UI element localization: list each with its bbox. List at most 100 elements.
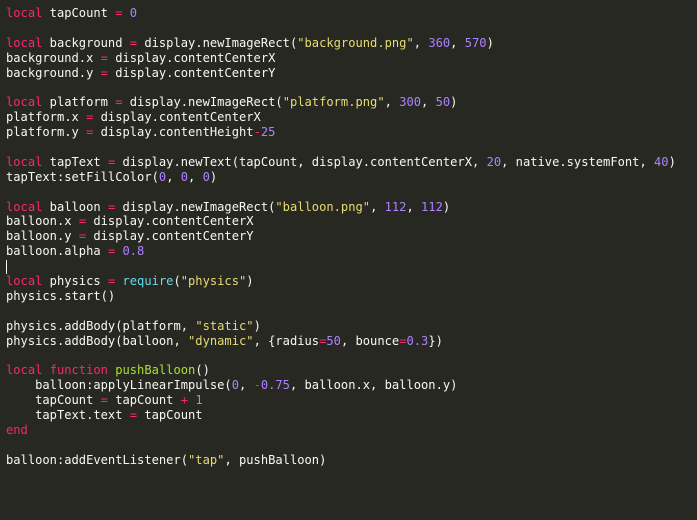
code-token-keyword: local (6, 6, 43, 20)
code-token-text: background.x (6, 50, 101, 65)
code-token-text: physics (42, 274, 108, 289)
code-line[interactable]: physics.addBody(platform, "static") (6, 319, 697, 334)
code-token-text: , {radius (253, 333, 320, 348)
code-token-text: physics.addBody(platform, (6, 318, 196, 333)
code-token-text: tapText:setFillColor( (6, 169, 159, 184)
code-token-builtin: require (122, 274, 174, 289)
code-token-text: display.contentCenterX (86, 214, 254, 229)
code-token-text: , (239, 378, 254, 393)
code-line[interactable]: balloon:addEventListener("tap", pushBall… (6, 453, 697, 468)
code-token-text: background (42, 35, 130, 50)
code-line[interactable]: local platform = display.newImageRect("p… (6, 95, 697, 110)
code-line[interactable]: balloon.y = display.contentCenterY (6, 229, 697, 244)
code-token-op: + (180, 393, 189, 408)
code-token-number: 0 (202, 169, 210, 184)
code-token-op: = (115, 6, 123, 20)
code-line[interactable] (6, 348, 697, 363)
code-token-op: = (129, 408, 138, 423)
code-line[interactable]: tapText.text = tapCount (6, 408, 697, 423)
code-token-op: = (100, 393, 108, 408)
code-token-keyword: local (6, 363, 43, 378)
code-token-text: display.contentCenterX (107, 50, 276, 65)
code-line[interactable]: physics.start() (6, 289, 697, 304)
code-token-text: , (370, 199, 385, 214)
code-token-text: , pushBalloon) (224, 452, 327, 467)
text-cursor (6, 259, 7, 274)
code-line[interactable] (6, 185, 697, 200)
code-token-string: "static" (195, 318, 254, 333)
code-token-text: display.contentCenterY (86, 229, 254, 244)
code-token-text: balloon:addEventListener( (6, 452, 189, 467)
code-area[interactable]: local tapCount = 0 local background = dis… (6, 6, 697, 468)
code-line[interactable]: physics.addBody(balloon, "dynamic", {rad… (6, 334, 697, 349)
code-token-keyword: local (6, 154, 43, 169)
code-line[interactable]: local function pushBalloon() (6, 363, 697, 378)
code-token-text: ) (668, 154, 676, 169)
code-token-text: balloon:applyLinearImpulse( (6, 378, 232, 393)
code-token-op: = (129, 35, 138, 50)
code-line[interactable]: balloon.alpha = 0.8 (6, 244, 697, 259)
code-token-number: 0 (231, 378, 239, 393)
code-line[interactable]: background.y = display.contentCenterY (6, 66, 697, 81)
code-token-text: balloon.alpha (6, 244, 108, 259)
code-token-number: 1 (195, 393, 203, 408)
code-token-op: = (115, 95, 123, 110)
code-line[interactable]: local tapText = display.newText(tapCount… (6, 155, 697, 170)
code-line[interactable]: local background = display.newImageRect(… (6, 36, 697, 51)
code-line[interactable]: background.x = display.contentCenterX (6, 51, 697, 66)
code-token-text: balloon.y (6, 229, 79, 244)
code-token-text: tapCount (6, 393, 101, 408)
code-token-text: () (195, 363, 210, 378)
code-token-op: - (253, 378, 261, 393)
code-token-string: "physics" (180, 274, 247, 289)
code-line[interactable]: local balloon = display.newImageRect("ba… (6, 200, 697, 215)
code-token-text: , (188, 169, 203, 184)
code-token-text: tapText (42, 154, 108, 169)
code-token-text: ) (442, 199, 451, 214)
code-line[interactable]: balloon:applyLinearImpulse(0, -0.75, bal… (6, 378, 697, 393)
code-token-text: platform.x (6, 110, 87, 125)
code-token-text: , bounce (340, 333, 400, 348)
code-token-text: , native.systemFont, (501, 154, 655, 169)
code-token-text: platform (42, 95, 116, 110)
code-line[interactable]: local tapCount = 0 (6, 6, 697, 21)
code-line[interactable]: balloon.x = display.contentCenterX (6, 214, 697, 229)
code-token-text: , (421, 95, 436, 110)
code-line[interactable] (6, 140, 697, 155)
code-token-text: tapCount (137, 408, 203, 423)
code-token-number: 570 (464, 35, 487, 50)
code-token-number: 20 (486, 154, 502, 169)
code-token-func: pushBalloon (115, 363, 196, 378)
code-editor[interactable]: local tapCount = 0 local background = dis… (0, 0, 697, 520)
code-token-text: tapCount (42, 6, 116, 20)
code-line[interactable]: local physics = require("physics") (6, 274, 697, 289)
code-token-text: , (406, 199, 422, 214)
code-token-text: tapCount (107, 393, 181, 408)
code-line[interactable]: tapText:setFillColor(0, 0, 0) (6, 170, 697, 185)
code-line[interactable] (6, 304, 697, 319)
code-token-text: ) (450, 95, 458, 110)
code-line[interactable]: end (6, 423, 697, 438)
code-token-number: 50 (326, 333, 341, 348)
code-token-text: display.contentCenterX (93, 110, 261, 125)
code-token-text: balloon.x (6, 214, 79, 229)
code-token-op: = (100, 65, 108, 80)
code-token-number: 300 (399, 95, 422, 110)
code-token-op: - (253, 125, 261, 140)
code-token-number: 0.3 (406, 333, 429, 348)
code-token-keyword: local (6, 199, 43, 214)
code-line[interactable]: platform.x = display.contentCenterX (6, 110, 697, 125)
code-token-text: ) (253, 318, 261, 333)
code-line[interactable] (6, 259, 697, 274)
code-line[interactable]: tapCount = tapCount + 1 (6, 393, 697, 408)
code-line[interactable]: platform.y = display.contentHeight-25 (6, 125, 697, 140)
code-line[interactable] (6, 21, 697, 36)
code-line[interactable] (6, 438, 697, 453)
code-token-text: platform.y (6, 125, 87, 140)
code-token-string: "tap" (188, 452, 225, 467)
code-line[interactable] (6, 80, 697, 95)
code-token-number: 0 (180, 169, 189, 184)
code-token-string: "platform.png" (282, 95, 385, 110)
